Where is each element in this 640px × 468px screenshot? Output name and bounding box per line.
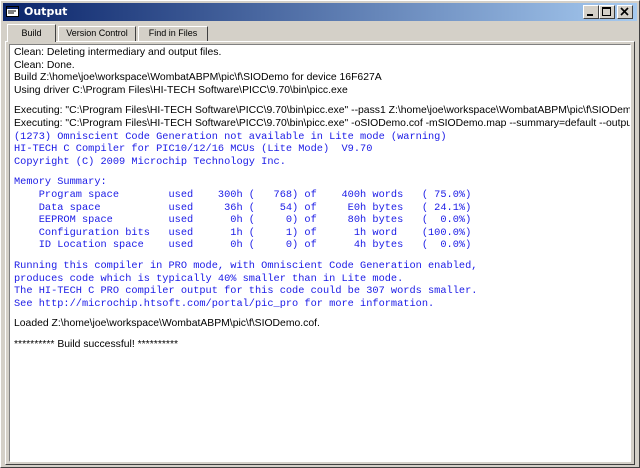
output-blank-line (14, 331, 630, 339)
output-line: Clean: Done. (14, 59, 75, 71)
maximize-button[interactable] (599, 5, 615, 19)
output-line: Running this compiler in PRO mode, with … (14, 259, 478, 272)
output-line: Build Z:\home\joe\workspace\WombatABPM\p… (14, 72, 382, 84)
output-line: Executing: "C:\Program Files\HI-TECH Sof… (14, 117, 630, 129)
output-blank-line (14, 97, 630, 105)
output-line: Clean: Deleting intermediary and output … (14, 47, 222, 58)
output-line: produces code which is typically 40% sma… (14, 272, 404, 285)
tab-build[interactable]: Build (7, 24, 56, 42)
close-button[interactable] (617, 5, 633, 19)
output-tabs: Build Version Control Find in Files (7, 23, 227, 42)
output-blank-line (14, 168, 630, 176)
output-line: ********** Build successful! ********** (14, 338, 179, 350)
maximize-icon (602, 7, 611, 16)
build-tab-panel: Clean: Deleting intermediary and output … (5, 41, 635, 465)
output-blank-line (14, 252, 630, 260)
output-line: Data space used 36h ( 54) of E0h bytes (… (14, 201, 472, 214)
output-line: Using driver C:\Program Files\HI-TECH So… (14, 84, 348, 96)
output-line: HI-TECH C Compiler for PIC10/12/16 MCUs … (14, 143, 373, 156)
output-line: Loaded Z:\home\joe\workspace\WombatABPM\… (14, 318, 320, 330)
output-window: Output Build Version Control Find in Fil… (0, 0, 640, 468)
tab-version-control[interactable]: Version Control (58, 26, 136, 41)
output-line: The HI-TECH C PRO compiler output for th… (14, 285, 478, 298)
build-output-text-area[interactable]: Clean: Deleting intermediary and output … (9, 44, 631, 462)
window-title: Output (24, 5, 68, 18)
output-line: Executing: "C:\Program Files\HI-TECH Sof… (14, 105, 631, 117)
output-window-icon (6, 6, 19, 17)
output-line: Program space used 300h ( 768) of 400h w… (14, 188, 472, 201)
title-bar[interactable]: Output (3, 3, 637, 21)
output-line: Configuration bits used 1h ( 1) of 1h wo… (14, 226, 472, 239)
minimize-button[interactable] (583, 5, 599, 19)
output-lines: Clean: Deleting intermediary and output … (14, 47, 630, 351)
minimize-icon (587, 14, 593, 16)
output-line: Memory Summary: (14, 176, 107, 189)
close-icon (620, 7, 629, 16)
output-line: Copyright (C) 2009 Microchip Technology … (14, 155, 286, 168)
tab-find-in-files[interactable]: Find in Files (138, 26, 208, 41)
output-line: ID Location space used 0h ( 0) of 4h byt… (14, 239, 472, 252)
output-blank-line (14, 310, 630, 318)
output-line: (1273) Omniscient Code Generation not av… (14, 130, 447, 143)
output-line: EEPROM space used 0h ( 0) of 80h bytes (… (14, 214, 472, 227)
output-line: See http://microchip.htsoft.com/portal/p… (14, 297, 435, 310)
